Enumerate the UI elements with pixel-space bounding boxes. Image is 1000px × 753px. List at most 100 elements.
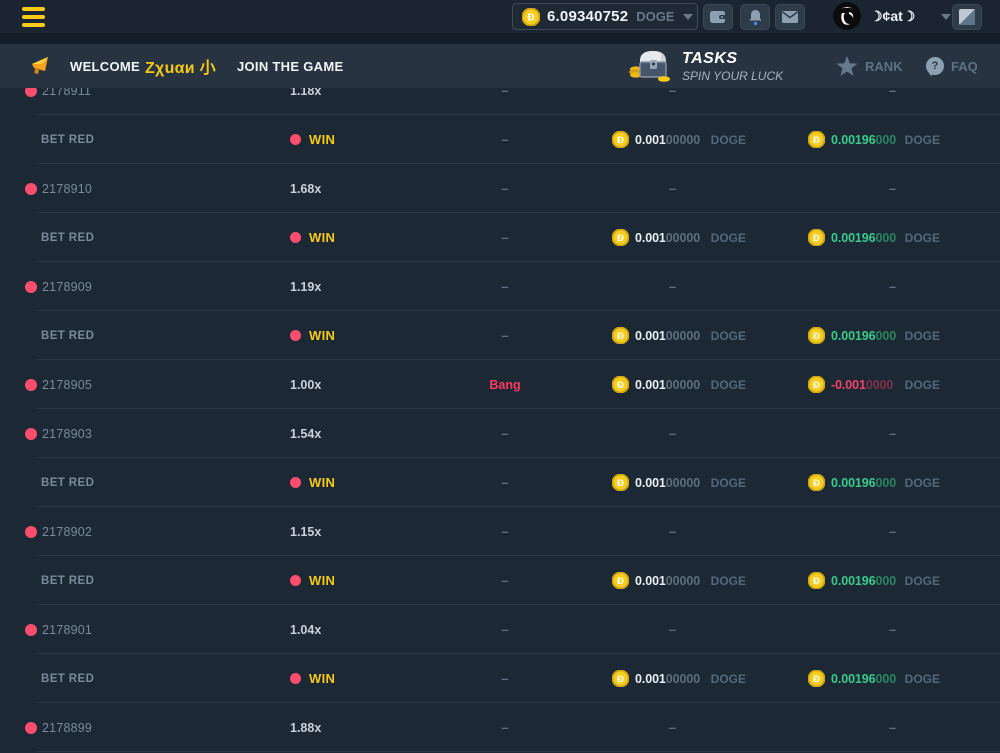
profit-amount: 0.00196000 xyxy=(831,231,896,245)
top-bar: Đ 6.09340752 DOGE ☽¢at☽ xyxy=(0,0,1000,33)
empty-value: – xyxy=(501,328,508,343)
bet-detail-row[interactable]: BET RED WIN – Đ 0.00100000 DOGE Đ 0.0019… xyxy=(0,458,1000,507)
svg-text:Đ: Đ xyxy=(813,331,820,342)
empty-value: – xyxy=(669,720,676,735)
empty-value: – xyxy=(501,475,508,490)
doge-coin-icon: Đ xyxy=(808,670,825,687)
bet-type: BET RED xyxy=(41,134,94,146)
welcome-username: Ζχuαи 小 xyxy=(145,54,216,78)
empty-value: – xyxy=(889,622,896,637)
faq-label: FAQ xyxy=(951,59,978,74)
doge-coin-icon: Đ xyxy=(808,131,825,148)
username[interactable]: ☽¢at☽ xyxy=(870,8,915,25)
bet-amount: 0.00100000 xyxy=(635,378,700,392)
bet-amount: 0.00100000 xyxy=(635,476,700,490)
multiplier: 1.15x xyxy=(290,525,321,539)
doge-coin-icon: Đ xyxy=(522,8,540,26)
svg-text:Đ: Đ xyxy=(617,233,624,244)
multiplier: 1.04x xyxy=(290,623,321,637)
currency-label: DOGE xyxy=(711,329,746,343)
notifications-button[interactable] xyxy=(740,4,770,30)
treasure-chest-icon xyxy=(628,47,672,85)
bet-type: BET RED xyxy=(41,330,94,342)
tasks-title: TASKS xyxy=(682,50,783,68)
bet-record-row[interactable]: 2178911 1.18x – – – xyxy=(0,88,1000,115)
red-dot-icon xyxy=(290,575,301,586)
balance-selector[interactable]: Đ 6.09340752 DOGE xyxy=(512,3,698,30)
bet-record-row[interactable]: 2178902 1.15x – – – xyxy=(0,507,1000,556)
star-icon xyxy=(836,56,858,77)
bet-type: BET RED xyxy=(41,232,94,244)
bet-record-row[interactable]: 2178910 1.68x – – – xyxy=(0,164,1000,213)
multiplier: 1.54x xyxy=(290,427,321,441)
bet-record-row[interactable]: 2178909 1.19x – – – xyxy=(0,262,1000,311)
currency-label: DOGE xyxy=(711,574,746,588)
bet-type: BET RED xyxy=(41,575,94,587)
bet-detail-row[interactable]: BET RED WIN – Đ 0.00100000 DOGE Đ 0.0019… xyxy=(0,213,1000,262)
menu-icon[interactable] xyxy=(22,7,45,31)
bet-id: 2178911 xyxy=(42,88,91,98)
doge-coin-icon: Đ xyxy=(612,670,629,687)
doge-coin-icon: Đ xyxy=(612,474,629,491)
svg-text:Đ: Đ xyxy=(813,674,820,685)
empty-value: – xyxy=(669,524,676,539)
empty-value: – xyxy=(501,181,508,196)
currency-label: DOGE xyxy=(905,133,940,147)
rank-label: RANK xyxy=(865,59,903,74)
topbar-divider xyxy=(0,33,1000,44)
avatar[interactable] xyxy=(833,2,861,30)
svg-text:Đ: Đ xyxy=(527,12,534,23)
red-dot-icon xyxy=(25,183,37,195)
red-dot-icon xyxy=(290,477,301,488)
multiplier: 1.19x xyxy=(290,280,321,294)
empty-value: – xyxy=(501,279,508,294)
red-dot-icon xyxy=(25,379,37,391)
profit-amount: 0.00196000 xyxy=(831,329,896,343)
doge-coin-icon: Đ xyxy=(808,229,825,246)
empty-value: – xyxy=(889,279,896,294)
mail-icon xyxy=(782,11,798,23)
bet-type: BET RED xyxy=(41,477,94,489)
welcome-message: WELCOME Ζχuαи 小 JOIN THE GAME xyxy=(30,44,343,88)
bet-record-row[interactable]: 2178903 1.54x – – – xyxy=(0,409,1000,458)
currency-label: DOGE xyxy=(711,133,746,147)
bet-record-row-bang[interactable]: 2178905 1.00x Bang Đ 0.00100000 DOGE Đ -… xyxy=(0,360,1000,409)
empty-value: – xyxy=(501,671,508,686)
empty-value: – xyxy=(501,573,508,588)
profit-amount: 0.00196000 xyxy=(831,574,896,588)
svg-text:Đ: Đ xyxy=(813,380,820,391)
bet-id: 2178901 xyxy=(42,623,92,637)
welcome-prefix: WELCOME xyxy=(70,59,140,74)
wallet-button[interactable] xyxy=(703,4,733,30)
svg-text:Đ: Đ xyxy=(617,674,624,685)
faq-link[interactable]: ? FAQ xyxy=(926,44,978,88)
messages-button[interactable] xyxy=(775,4,805,30)
bet-detail-row[interactable]: BET RED WIN – Đ 0.00100000 DOGE Đ 0.0019… xyxy=(0,115,1000,164)
result-win: WIN xyxy=(309,475,335,490)
bet-detail-row[interactable]: BET RED WIN – Đ 0.00100000 DOGE Đ 0.0019… xyxy=(0,311,1000,360)
bet-id: 2178899 xyxy=(42,721,92,735)
tasks-button[interactable]: TASKS SPIN YOUR LUCK xyxy=(628,47,783,85)
empty-value: – xyxy=(669,622,676,637)
loss-amount: -0.0010000 xyxy=(831,378,893,392)
doge-coin-icon: Đ xyxy=(612,572,629,589)
chat-toggle-button[interactable] xyxy=(952,4,982,30)
currency-label: DOGE xyxy=(905,476,940,490)
welcome-suffix: JOIN THE GAME xyxy=(237,59,343,74)
doge-coin-icon: Đ xyxy=(808,376,825,393)
svg-text:Đ: Đ xyxy=(617,576,624,587)
currency-label: DOGE xyxy=(711,476,746,490)
question-icon: ? xyxy=(926,57,944,75)
bet-detail-row[interactable]: BET RED WIN – Đ 0.00100000 DOGE Đ 0.0019… xyxy=(0,556,1000,605)
bet-history-table: 2178911 1.18x – – – BET RED WIN – Đ 0.00… xyxy=(0,88,1000,753)
bet-detail-row[interactable]: BET RED WIN – Đ 0.00100000 DOGE Đ 0.0019… xyxy=(0,654,1000,703)
user-chevron-down-icon[interactable] xyxy=(941,14,951,20)
red-dot-icon xyxy=(290,134,301,145)
bet-record-row[interactable]: 2178901 1.04x – – – xyxy=(0,605,1000,654)
announcement-banner: WELCOME Ζχuαи 小 JOIN THE GAME TASKS SPIN… xyxy=(0,44,1000,88)
result-bang: Bang xyxy=(489,378,520,392)
empty-value: – xyxy=(501,426,508,441)
bet-record-row[interactable]: 2178899 1.88x – – – xyxy=(0,703,1000,752)
rank-link[interactable]: RANK xyxy=(836,44,903,88)
currency-label: DOGE xyxy=(905,231,940,245)
